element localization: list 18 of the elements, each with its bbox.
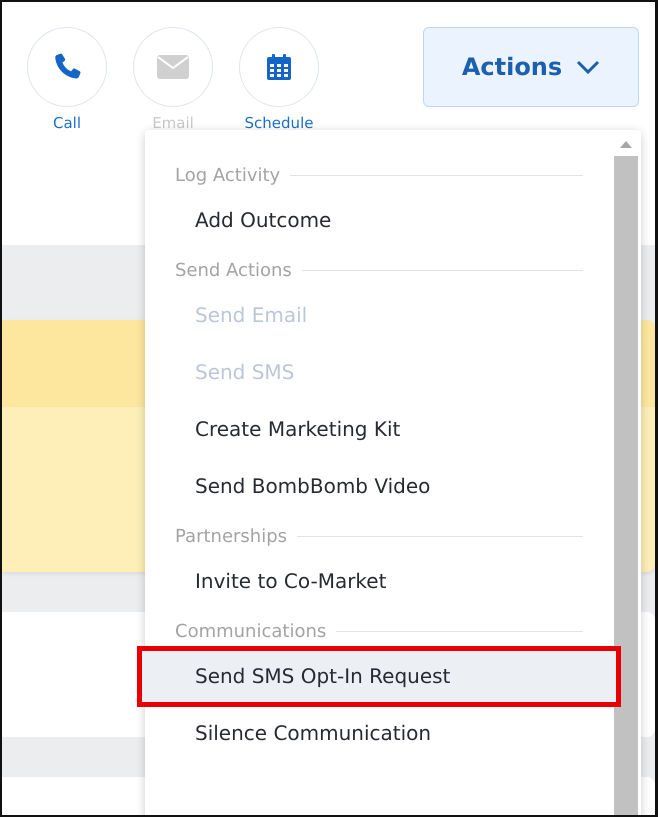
menu-section-header: Communications xyxy=(175,620,326,644)
action-label[interactable]: Schedule xyxy=(244,115,314,132)
menu-item[interactable]: Send BombBomb Video xyxy=(145,458,613,515)
menu-item[interactable]: Silence Communication xyxy=(145,705,613,762)
chevron-down-icon xyxy=(576,60,600,74)
calendar-icon xyxy=(267,54,291,80)
scrollbar-thumb[interactable] xyxy=(614,156,638,815)
actions-button[interactable]: Actions xyxy=(423,27,639,107)
menu-section-header: Partnerships xyxy=(175,524,288,548)
menu-item[interactable]: Create Marketing Kit xyxy=(145,401,613,458)
action-label[interactable]: Call xyxy=(52,115,81,132)
menu-item[interactable]: Invite to Co-Market xyxy=(145,553,613,610)
menu-section-header: Send Actions xyxy=(175,258,292,282)
menu-item[interactable]: Add Outcome xyxy=(145,192,613,249)
menu-item[interactable]: Send SMS Opt-In Request xyxy=(139,648,619,705)
scroll-up-icon[interactable] xyxy=(619,140,633,148)
envelope-icon xyxy=(157,55,189,79)
menu-section-header: Log Activity xyxy=(175,164,280,188)
